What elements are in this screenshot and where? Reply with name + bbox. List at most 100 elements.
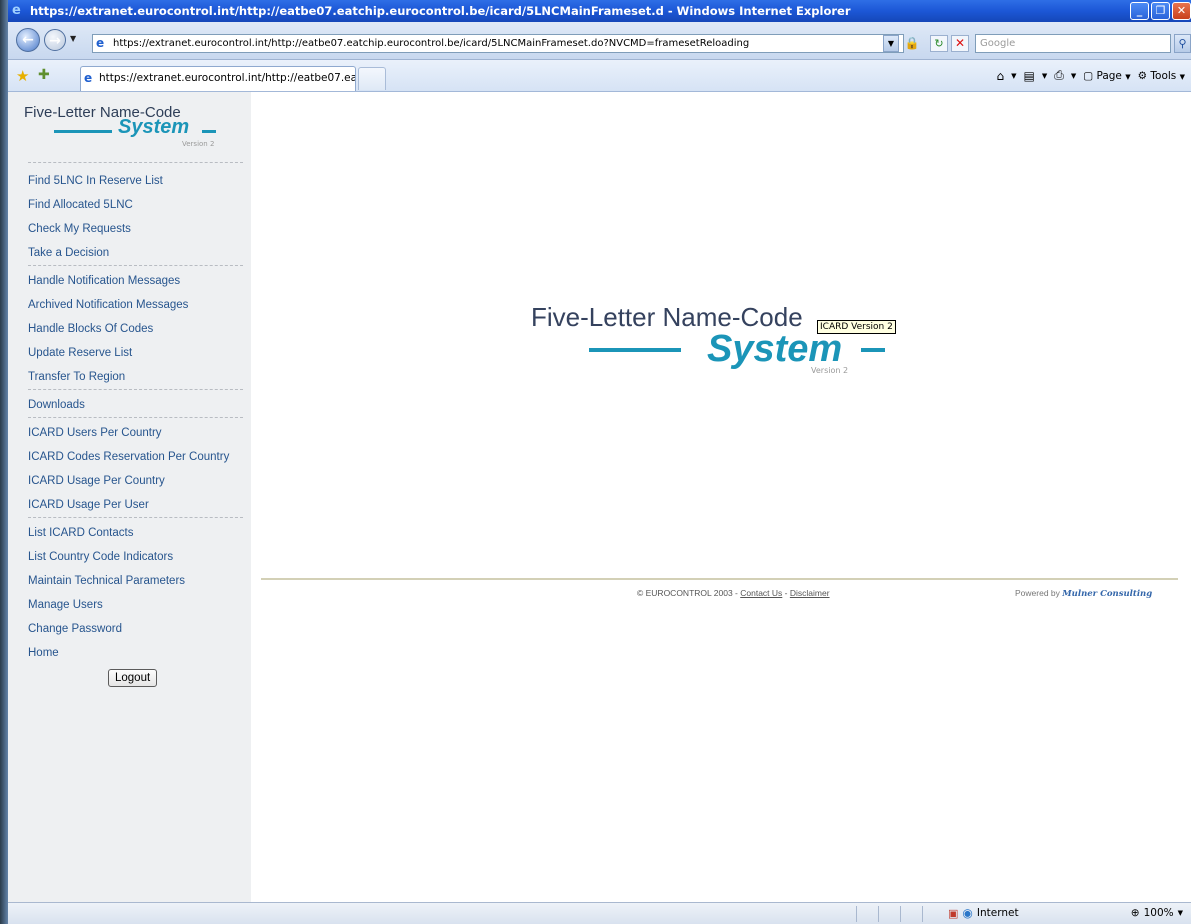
favorites-star-icon[interactable]: ★ [16,67,29,85]
tab-active[interactable]: e https://extranet.eurocontrol.int/http:… [80,66,356,91]
close-button[interactable]: ✕ [1172,2,1191,20]
footer-divider [261,578,1178,580]
menu-item-check-requests[interactable]: Check My Requests [28,217,243,241]
main-logo-system: System [707,328,843,370]
page-icon: ▢ [1083,69,1094,82]
browser-window: e https://extranet.eurocontrol.int/http:… [8,0,1191,924]
footer-sep: - [782,588,790,598]
menu-item-usage-per-country[interactable]: ICARD Usage Per Country [28,469,243,493]
feeds-icon[interactable]: ▤ [1023,69,1034,83]
logo-system: System [118,116,190,138]
address-bar[interactable]: e https://extranet.eurocontrol.int/http:… [92,34,904,53]
main-frame: Five-Letter Name-Code System Version 2 I… [251,92,1191,902]
menu-divider [28,162,243,163]
command-bar: ⌂ ▼ ▤ ▼ ⎙ ▼ ▢ Page ▼ ⚙ Tools ▼ [996,68,1185,83]
powered-by-brand[interactable]: Mulner Consulting [1062,589,1152,599]
stop-button[interactable]: ✕ [951,35,969,52]
security-zone[interactable]: ▣ ◉ Internet [948,906,1019,920]
menu-item-users-per-country[interactable]: ICARD Users Per Country [28,421,243,445]
menu-item-technical-parameters[interactable]: Maintain Technical Parameters [28,569,243,593]
zone-label: Internet [976,907,1019,919]
search-input[interactable]: Google [975,34,1171,53]
menu-item-downloads[interactable]: Downloads [28,393,243,417]
ie-icon: e [12,3,21,18]
tab-page-icon: e [84,71,93,85]
powered-by-label: Powered by [1015,588,1063,598]
status-cell [878,906,879,922]
status-bar: ▣ ◉ Internet ⊕ 100% ▼ [8,902,1191,924]
add-favorites-icon[interactable]: ✚ [38,67,50,83]
minimize-button[interactable]: _ [1130,2,1149,20]
sidebar-logo: Five-Letter Name-Code System Version 2 [24,104,224,154]
address-toolbar: ← → ▼ e https://extranet.eurocontrol.int… [8,22,1191,60]
title-bar: e https://extranet.eurocontrol.int/http:… [8,0,1191,22]
feeds-dropdown-icon[interactable]: ▼ [1042,72,1047,80]
menu-item-manage-users[interactable]: Manage Users [28,593,243,617]
main-logo-version: Version 2 [811,366,849,375]
address-dropdown[interactable]: ▼ [883,35,899,52]
menu-item-update-reserve[interactable]: Update Reserve List [28,341,243,365]
tools-menu-label: Tools [1150,69,1177,82]
tools-menu[interactable]: ⚙ Tools ▼ [1138,70,1185,82]
recent-pages-dropdown[interactable]: ▼ [70,34,76,43]
menu-item-handle-notifications[interactable]: Handle Notification Messages [28,269,243,293]
home-dropdown-icon[interactable]: ▼ [1011,72,1016,80]
chevron-down-icon: ▼ [1179,72,1185,81]
print-dropdown-icon[interactable]: ▼ [1071,72,1076,80]
menu-item-take-decision[interactable]: Take a Decision [28,241,243,265]
logout-wrapper: Logout [108,669,158,687]
main-logo-line-left [589,348,681,352]
menu-item-list-contacts[interactable]: List ICARD Contacts [28,521,243,545]
print-icon[interactable]: ⎙ [1054,68,1064,83]
window-controls: _ ❐ ✕ [1130,2,1191,20]
tab-label: https://extranet.eurocontrol.int/http://… [99,72,356,84]
menu-item-archived-notifications[interactable]: Archived Notification Messages [28,293,243,317]
protected-mode-icon: ▣ [948,906,959,920]
logo-line-left [54,130,112,133]
page-menu-label: Page [1096,69,1122,82]
home-icon[interactable]: ⌂ [996,69,1004,83]
tab-bar: ★ ✚ e https://extranet.eurocontrol.int/h… [8,60,1191,92]
status-cell [900,906,901,922]
menu-item-country-codes[interactable]: List Country Code Indicators [28,545,243,569]
menu-item-transfer-region[interactable]: Transfer To Region [28,365,243,389]
url-text: https://extranet.eurocontrol.int/http://… [113,38,750,49]
zoom-control[interactable]: ⊕ 100% ▼ [1131,907,1183,919]
globe-icon: ◉ [962,906,973,920]
footer-copyright: © EUROCONTROL 2003 - [637,588,741,598]
status-cell [922,906,923,922]
menu-item-find-allocated[interactable]: Find Allocated 5LNC [28,193,243,217]
menu-item-usage-per-user[interactable]: ICARD Usage Per User [28,493,243,517]
page-menu[interactable]: ▢ Page ▼ [1083,70,1130,82]
main-logo-line-right [861,348,885,352]
forward-button[interactable]: → [44,29,66,51]
restore-button[interactable]: ❐ [1151,2,1170,20]
zoom-icon: ⊕ [1130,907,1140,919]
logo-tooltip: ICARD Version 2 [817,320,896,334]
menu-item-codes-reservation[interactable]: ICARD Codes Reservation Per Country [28,445,243,469]
zoom-level: 100% [1143,907,1174,919]
contact-us-link[interactable]: Contact Us [740,588,782,598]
chevron-down-icon: ▼ [1125,72,1131,81]
page-icon: e [96,36,105,50]
search-icon[interactable]: ⚲ [1174,34,1191,53]
refresh-button[interactable]: ↻ [930,35,948,52]
back-button[interactable]: ← [16,28,40,52]
chevron-down-icon: ▼ [1177,909,1183,917]
menu-item-find-5lnc-reserve[interactable]: Find 5LNC In Reserve List [28,169,243,193]
footer-links: © EUROCONTROL 2003 - Contact Us - Discla… [637,588,830,598]
menu-item-handle-blocks[interactable]: Handle Blocks Of Codes [28,317,243,341]
new-tab-button[interactable] [358,67,386,90]
logo-version: Version 2 [182,140,215,148]
menu-item-home[interactable]: Home [28,641,243,665]
main-logo: Five-Letter Name-Code System Version 2 [531,302,911,382]
lock-icon[interactable]: 🔒 [903,35,921,52]
window-title: https://extranet.eurocontrol.int/http://… [30,4,851,18]
menu-item-change-password[interactable]: Change Password [28,617,243,641]
logout-button[interactable]: Logout [108,669,158,687]
disclaimer-link[interactable]: Disclaimer [790,588,830,598]
powered-by: Powered by Mulner Consulting [1015,588,1152,599]
gear-icon: ⚙ [1137,69,1148,82]
sidebar: Five-Letter Name-Code System Version 2 F… [8,92,251,902]
logo-line-right [202,130,216,133]
